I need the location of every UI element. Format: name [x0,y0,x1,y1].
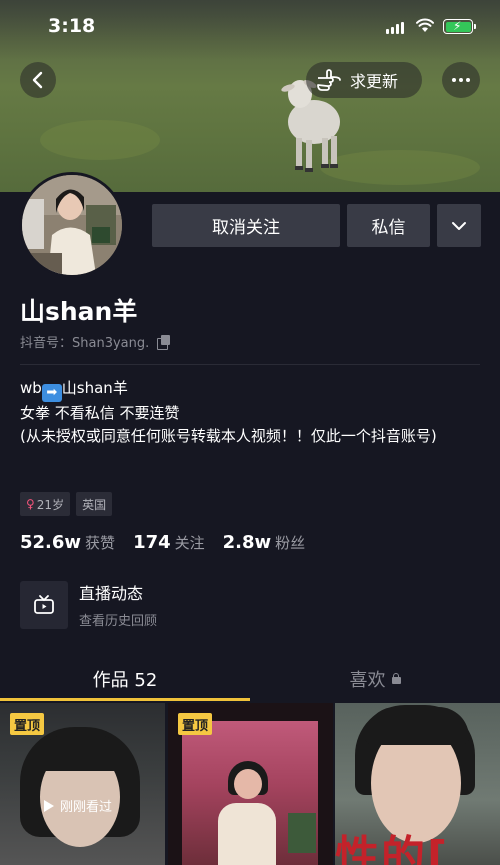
content-tabs: 作品 52 喜欢 [0,655,500,702]
more-options-button[interactable] [442,62,480,98]
avatar-photo [22,175,122,275]
video-grid: 置顶 刚刚看过 置顶 性的[ [0,703,500,865]
battery-icon: ⚡ [443,19,476,34]
right-arrow-icon: ➡ [41,384,62,402]
play-icon [44,799,54,812]
profile-name: 山shan羊 [20,297,138,326]
recommend-dropdown-button[interactable] [437,204,481,247]
divider [20,364,480,365]
active-tab-indicator [0,698,250,701]
just-watched-text: 刚刚看过 [60,800,113,815]
stat-likes-value: 52.6w [20,532,82,553]
profile-stats: 52.6w 获赞 174 关注 2.8w 粉丝 [20,532,323,553]
request-update-button[interactable]: 求更新 [306,62,422,98]
bio-line-1: wb ➡ 山shan羊 [20,377,482,402]
age-tag: ♀ 21岁 [20,492,71,516]
bio-line-2: 女拳 不看私信 不要连赞 [20,404,180,422]
video-caption-text: 性的[ [335,832,450,865]
status-bar: 3:18 ⚡ [0,0,500,52]
unfollow-button[interactable]: 取消关注 [152,204,340,247]
stat-likes-label: 获赞 [85,534,116,552]
message-button[interactable]: 私信 [347,204,430,247]
female-icon: ♀ [26,497,35,511]
tab-likes-label: 喜欢 [349,669,386,691]
stat-likes[interactable]: 52.6w 获赞 [20,532,115,553]
copy-icon[interactable] [157,334,171,350]
just-watched-label: 刚刚看过 [44,796,112,815]
chevron-down-icon [452,221,466,230]
pinned-badge: 置顶 [178,713,213,735]
request-update-label: 求更新 [350,72,399,91]
live-history-entry[interactable]: 直播动态 查看历史回顾 [20,580,157,629]
profile-page: 3:18 ⚡ 求更新 取消关注 私信 山shan羊 抖音号：Shan3yang.… [0,0,500,865]
bio-line-3: (从未授权或同意任何账号转载本人视频！！仅此一个抖音账号) [20,426,437,445]
age-text: 21岁 [36,497,65,512]
wifi-icon [416,18,434,32]
video-thumbnail[interactable]: 置顶 [168,703,333,865]
live-text: 直播动态 查看历史回顾 [79,580,157,629]
live-subtitle: 查看历史回顾 [79,614,158,629]
tv-icon [20,580,68,629]
status-time: 3:18 [48,15,96,37]
tab-works[interactable]: 作品 52 [0,655,250,702]
stat-following[interactable]: 174 关注 [133,532,205,553]
stat-followers-label: 粉丝 [275,534,306,552]
tab-works-label: 作品 52 [92,669,158,691]
douyin-id-text: 抖音号：Shan3yang. [20,336,150,351]
chevron-left-icon [32,71,43,89]
douyin-id[interactable]: 抖音号：Shan3yang. [20,332,171,351]
lock-icon [391,673,401,684]
bio-handle-text: 山shan羊 [61,379,128,397]
pinned-badge: 置顶 [10,713,45,735]
bio-wb-text: wb [20,379,42,397]
stat-followers-value: 2.8w [222,532,272,553]
profile-tags: ♀ 21岁 英国 [20,492,113,516]
region-tag: 英国 [76,492,113,516]
stat-following-label: 关注 [174,534,205,552]
pointing-hand-icon [317,69,341,91]
profile-bio: wb ➡ 山shan羊 女拳 不看私信 不要连赞 (从未授权或同意任何账号转载本人视… [20,377,482,447]
tab-likes[interactable]: 喜欢 [250,655,500,702]
stat-following-value: 174 [133,532,171,553]
avatar[interactable] [19,172,125,278]
stat-followers[interactable]: 2.8w 粉丝 [223,532,306,553]
back-button[interactable] [20,62,56,98]
video-thumbnail[interactable]: 置顶 刚刚看过 [0,703,165,865]
video-thumbnail[interactable]: 性的[ [335,703,500,865]
live-title: 直播动态 [79,584,144,603]
